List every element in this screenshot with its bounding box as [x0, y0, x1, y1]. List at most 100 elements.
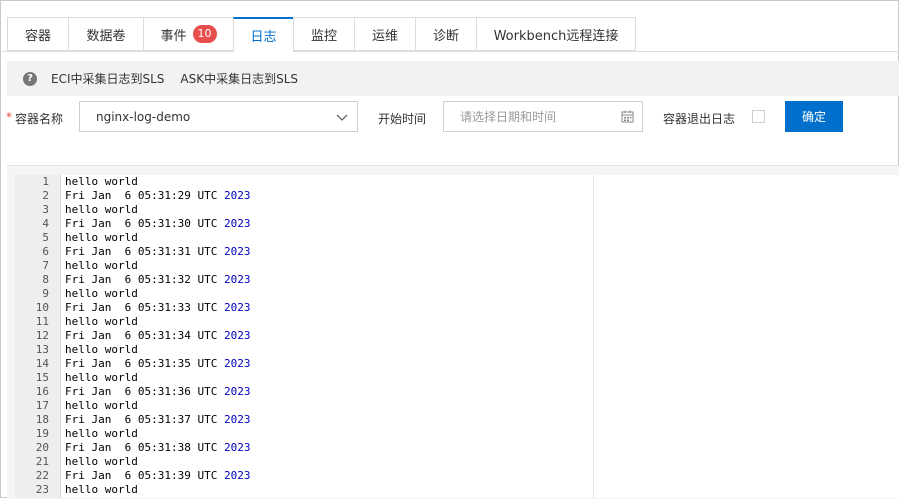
log-text: Fri Jan 6 05:31:37 UTC 2023: [65, 413, 250, 427]
link-eci-sls[interactable]: ECI中采集日志到SLS: [51, 70, 164, 87]
log-text: Fri Jan 6 05:31:36 UTC 2023: [65, 385, 250, 399]
log-text: Fri Jan 6 05:31:30 UTC 2023: [65, 217, 250, 231]
required-mark: *: [6, 110, 12, 124]
log-line: 2 Fri Jan 6 05:31:29 UTC 2023: [15, 189, 899, 203]
calendar-icon: [621, 110, 634, 123]
log-line: 1 hello world: [15, 175, 899, 189]
tab-4[interactable]: 监控: [293, 17, 354, 51]
log-line: 7 hello world: [15, 259, 899, 273]
tab-5[interactable]: 运维: [354, 17, 415, 51]
log-text: Fri Jan 6 05:31:34 UTC 2023: [65, 329, 250, 343]
log-text: hello world: [65, 371, 138, 385]
log-text-content: Fri Jan 6 05:31:35 UTC: [65, 357, 224, 370]
log-text-content: Fri Jan 6 05:31:39 UTC: [65, 469, 224, 482]
line-number: 2: [42, 189, 49, 202]
log-text-content: hello world: [65, 455, 138, 468]
exit-log-checkbox[interactable]: [752, 110, 765, 123]
log-year: 2023: [223, 189, 251, 202]
log-line: 14 Fri Jan 6 05:31:35 UTC 2023: [15, 357, 899, 371]
log-line: 21 hello world: [15, 455, 899, 469]
log-year: 2023: [223, 385, 251, 398]
exit-log-label: 容器退出日志: [663, 112, 736, 126]
log-year: 2023: [223, 357, 251, 370]
log-text-content: hello world: [65, 259, 138, 272]
line-number: 12: [35, 329, 49, 342]
line-number: 15: [35, 371, 49, 384]
log-line: 13 hello world: [15, 343, 899, 357]
line-number: 21: [35, 455, 49, 468]
tab-label: 事件: [160, 28, 187, 44]
log-text: hello world: [65, 343, 138, 357]
log-text: Fri Jan 6 05:31:38 UTC 2023: [65, 441, 250, 455]
log-text: Fri Jan 6 05:31:31 UTC 2023: [65, 245, 250, 259]
log-lines: 1 hello world 2 Fri Jan 6 05:31:29 UTC 2023…: [15, 175, 899, 497]
line-number: 17: [35, 399, 49, 412]
log-text: Fri Jan 6 05:31:39 UTC 2023: [65, 469, 250, 483]
tab-0[interactable]: 容器: [7, 17, 68, 51]
tab-label: 监控: [310, 28, 337, 44]
tab-2[interactable]: 事件 10: [143, 17, 233, 51]
line-number: 14: [35, 357, 49, 370]
tab-1[interactable]: 数据卷: [68, 17, 143, 51]
log-year: 2023: [223, 273, 251, 286]
tab-label: Workbench远程连接: [493, 28, 619, 44]
log-line: 4 Fri Jan 6 05:31:30 UTC 2023: [15, 217, 899, 231]
log-text-content: hello world: [65, 315, 138, 328]
line-number: 22: [35, 469, 49, 482]
log-text: hello world: [65, 259, 138, 273]
line-number: 6: [42, 245, 49, 258]
line-number: 23: [35, 483, 49, 496]
log-line: 9 hello world: [15, 287, 899, 301]
log-text-content: hello world: [65, 399, 138, 412]
log-text-content: Fri Jan 6 05:31:29 UTC: [65, 189, 224, 202]
tab-3[interactable]: 日志: [233, 17, 293, 52]
confirm-button[interactable]: 确定: [785, 101, 843, 132]
log-line: 5 hello world: [15, 231, 899, 245]
log-text-content: hello world: [65, 287, 138, 300]
tab-label: 数据卷: [86, 28, 126, 44]
log-line: 8 Fri Jan 6 05:31:32 UTC 2023: [15, 273, 899, 287]
log-year: 2023: [223, 441, 251, 454]
link-ask-sls[interactable]: ASK中采集日志到SLS: [180, 70, 298, 87]
log-text-content: Fri Jan 6 05:31:37 UTC: [65, 413, 224, 426]
log-line: 22 Fri Jan 6 05:31:39 UTC 2023: [15, 469, 899, 483]
log-year: 2023: [223, 469, 251, 482]
log-text-content: Fri Jan 6 05:31:34 UTC: [65, 329, 224, 342]
tab-bar: 容器 数据卷 事件 10 日志 监控 运维 诊断 Workbench远程连接: [7, 17, 636, 52]
log-line: 12 Fri Jan 6 05:31:34 UTC 2023: [15, 329, 899, 343]
log-text-content: hello world: [65, 175, 138, 188]
log-text-content: hello world: [65, 231, 138, 244]
line-number: 10: [35, 301, 49, 314]
line-number: 3: [42, 203, 49, 216]
log-line: 18 Fri Jan 6 05:31:37 UTC 2023: [15, 413, 899, 427]
log-text-content: hello world: [65, 427, 138, 440]
log-text-content: Fri Jan 6 05:31:31 UTC: [65, 245, 224, 258]
tab-label: 容器: [24, 28, 51, 44]
log-text: Fri Jan 6 05:31:29 UTC 2023: [65, 189, 250, 203]
line-number: 11: [35, 315, 49, 328]
log-text: hello world: [65, 287, 138, 301]
log-text-content: hello world: [65, 371, 138, 384]
log-text: hello world: [65, 483, 138, 497]
log-text: Fri Jan 6 05:31:35 UTC 2023: [65, 357, 250, 371]
tab-7[interactable]: Workbench远程连接: [476, 17, 636, 51]
log-text: hello world: [65, 175, 138, 189]
start-time-input[interactable]: 请选择日期和时间: [443, 101, 643, 132]
log-line: 23 hello world: [15, 483, 899, 497]
help-icon[interactable]: ?: [23, 71, 37, 86]
event-count-badge: 10: [192, 25, 217, 43]
tab-6[interactable]: 诊断: [415, 17, 476, 51]
log-text: Fri Jan 6 05:31:33 UTC 2023: [65, 301, 250, 315]
start-time-placeholder: 请选择日期和时间: [460, 110, 557, 124]
line-number: 9: [42, 287, 49, 300]
log-line: 17 hello world: [15, 399, 899, 413]
line-number: 18: [35, 413, 49, 426]
log-line: 16 Fri Jan 6 05:31:36 UTC 2023: [15, 385, 899, 399]
log-text: hello world: [65, 455, 138, 469]
log-viewer[interactable]: 1 hello world 2 Fri Jan 6 05:31:29 UTC 2023…: [15, 175, 899, 498]
line-number: 5: [42, 231, 49, 244]
log-year: 2023: [223, 413, 251, 426]
log-text-content: hello world: [65, 483, 138, 496]
log-text-content: Fri Jan 6 05:31:33 UTC: [65, 301, 224, 314]
container-select[interactable]: nginx-log-demo: [79, 101, 358, 132]
